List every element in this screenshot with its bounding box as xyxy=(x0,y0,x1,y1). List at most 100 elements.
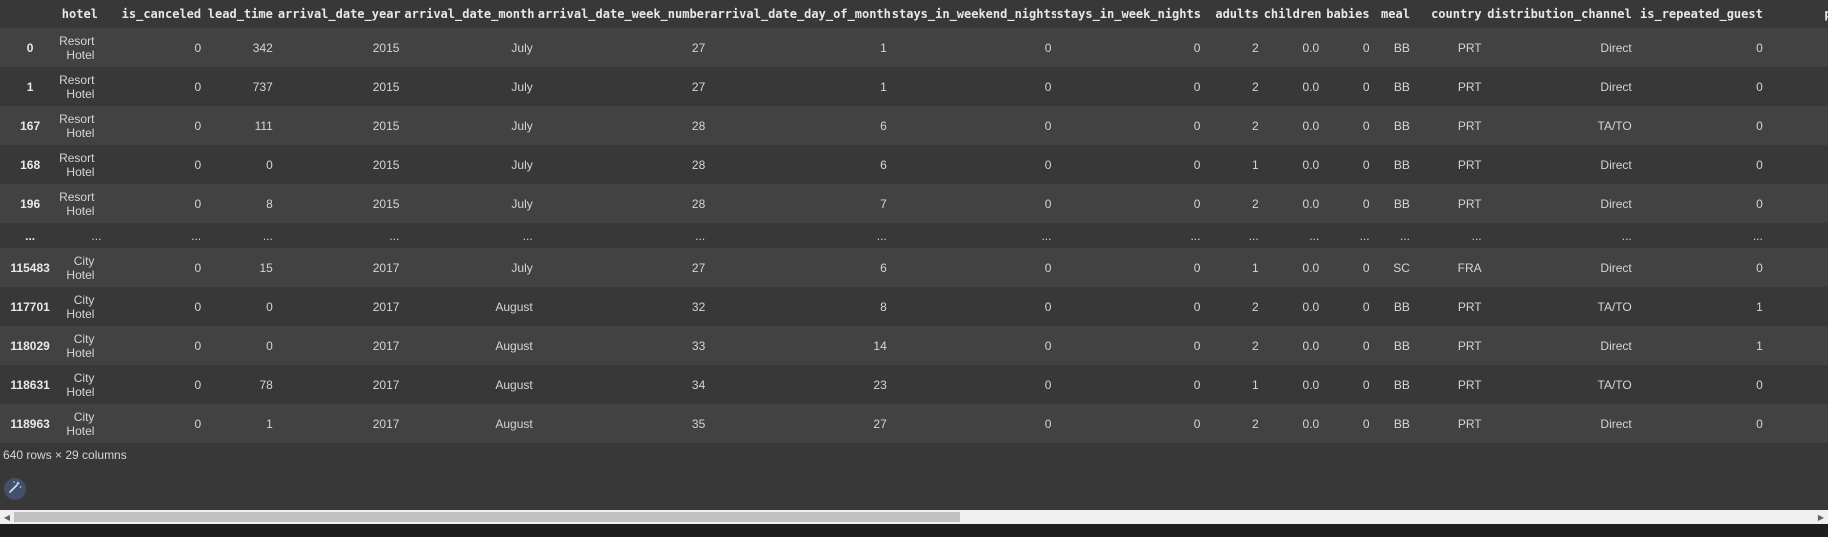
table-cell: 0 xyxy=(266,338,273,353)
table-cell: 0 xyxy=(1044,416,1052,431)
table-cell: 0 xyxy=(1044,157,1052,172)
table-cell: City Hotel xyxy=(66,292,95,321)
table-cell: 0 xyxy=(1193,260,1201,275)
table-cell: 0 xyxy=(1193,157,1201,172)
table-cell: 0 xyxy=(194,79,202,94)
table-cell: TA/TO xyxy=(1597,299,1632,314)
table-cell: 0 xyxy=(1044,79,1052,94)
magic-wand-icon xyxy=(8,480,22,499)
table-cell: 1 xyxy=(1252,377,1259,392)
table-cell: 7 xyxy=(880,196,887,211)
table-cell: 0 xyxy=(1362,196,1370,211)
column-header: arrival_date_week_number xyxy=(537,0,711,28)
table-cell: 34 xyxy=(691,377,706,392)
row-index: 115483 xyxy=(10,260,50,275)
table-cell: 0 xyxy=(194,40,202,55)
table-cell: ... xyxy=(91,228,102,243)
table-cell: 6 xyxy=(880,260,887,275)
table-cell: 0 xyxy=(1362,79,1370,94)
table-cell: 1 xyxy=(1756,338,1763,353)
table-cell xyxy=(1768,365,1828,404)
column-header: previou xyxy=(1767,0,1828,28)
column-header: lead_time xyxy=(206,0,278,28)
table-cell: BB xyxy=(1393,338,1410,353)
table-cell: ... xyxy=(191,228,202,243)
table-cell: Resort Hotel xyxy=(59,189,95,218)
arrow-left-icon: ◀ xyxy=(3,512,11,522)
table-cell: 28 xyxy=(691,118,706,133)
magic-wand-button[interactable] xyxy=(4,478,26,500)
table-row: 118029 City Hotel 0 0 2017 August 33 14 0 0 2 0.0 0 B… xyxy=(0,326,1828,365)
table-cell: ... xyxy=(1752,228,1763,243)
row-index: 118963 xyxy=(10,416,50,431)
table-cell: City Hotel xyxy=(66,370,95,399)
scroll-left-button[interactable]: ◀ xyxy=(0,510,14,524)
table-cell: 0 xyxy=(1756,79,1763,94)
table-cell: 0 xyxy=(194,377,202,392)
ellipsis-row: ........................................… xyxy=(0,223,1828,248)
table-cell: 0 xyxy=(1193,338,1201,353)
table-cell: Resort Hotel xyxy=(59,33,95,62)
table-cell: 1 xyxy=(1252,260,1259,275)
table-cell: ... xyxy=(1309,228,1320,243)
column-header: meal xyxy=(1374,0,1415,28)
column-header: arrival_date_month xyxy=(404,0,538,28)
table-cell: ... xyxy=(1399,228,1410,243)
table-cell: Direct xyxy=(1600,157,1632,172)
table-cell: 0 xyxy=(1362,118,1370,133)
table-cell: ... xyxy=(1359,228,1370,243)
table-cell xyxy=(1768,106,1828,145)
table-cell: 0.0 xyxy=(1302,416,1320,431)
table-cell: Resort Hotel xyxy=(59,72,95,101)
table-cell: 342 xyxy=(252,40,273,55)
table-cell: PRT xyxy=(1457,40,1482,55)
table-cell: PRT xyxy=(1457,157,1482,172)
table-row: 115483 City Hotel 0 15 2017 July 27 6 0 0 1 0.0 0 SC F… xyxy=(0,248,1828,287)
table-cell: Resort Hotel xyxy=(59,111,95,140)
table-cell: 1 xyxy=(880,79,887,94)
table-cell: Direct xyxy=(1600,196,1632,211)
table-cell: PRT xyxy=(1457,79,1482,94)
table-cell: ... xyxy=(1041,228,1052,243)
index-header xyxy=(0,0,59,28)
scroll-right-button[interactable]: ▶ xyxy=(1814,510,1828,524)
table-cell: 0 xyxy=(1756,416,1763,431)
table-cell: 0 xyxy=(1044,338,1052,353)
table-cell: 2 xyxy=(1252,299,1259,314)
table-cell: 2015 xyxy=(372,157,400,172)
table-cell: 0 xyxy=(194,118,202,133)
table-cell: 27 xyxy=(873,416,887,431)
table-cell: 0.0 xyxy=(1302,299,1320,314)
table-cell: PRT xyxy=(1457,196,1482,211)
horizontal-scrollbar[interactable]: ◀ ▶ xyxy=(0,510,1828,524)
scrollbar-thumb[interactable] xyxy=(14,512,960,522)
table-cell: July xyxy=(511,79,533,94)
dataframe-output: hotel is_canceled lead_time arrival_date_ye… xyxy=(0,0,1828,537)
table-cell: Direct xyxy=(1600,416,1632,431)
column-header: babies xyxy=(1324,0,1375,28)
column-header: distribution_channel xyxy=(1486,0,1637,28)
table-cell: 0 xyxy=(194,299,202,314)
table-cell: ... xyxy=(522,228,533,243)
table-cell: 0 xyxy=(1362,416,1370,431)
table-cell: BB xyxy=(1393,299,1410,314)
bottom-strip xyxy=(0,524,1828,537)
table-cell: 0 xyxy=(1362,338,1370,353)
table-cell: Direct xyxy=(1600,79,1632,94)
table-cell: 0 xyxy=(1756,377,1763,392)
table-cell: 1 xyxy=(880,40,887,55)
table-cell: PRT xyxy=(1457,416,1482,431)
row-index: 1 xyxy=(26,79,34,94)
table-cell: 28 xyxy=(691,196,706,211)
table-cell: 2017 xyxy=(372,377,400,392)
table-cell: 28 xyxy=(691,157,706,172)
table-cell xyxy=(1768,326,1828,365)
table-cell: 0.0 xyxy=(1302,260,1320,275)
table-cell: 35 xyxy=(691,416,706,431)
table-cell: City Hotel xyxy=(66,409,95,438)
table-row: 118963 City Hotel 0 1 2017 August 35 27 0 0 2 0.0 0 B… xyxy=(0,404,1828,443)
table-body: 0 Resort Hotel 0 342 2015 July 27 1 0 0 2 0.0 0 BB PRT… xyxy=(0,28,1828,443)
table-cell: 0 xyxy=(266,299,273,314)
table-cell: 6 xyxy=(880,157,887,172)
table-cell: 15 xyxy=(259,260,273,275)
